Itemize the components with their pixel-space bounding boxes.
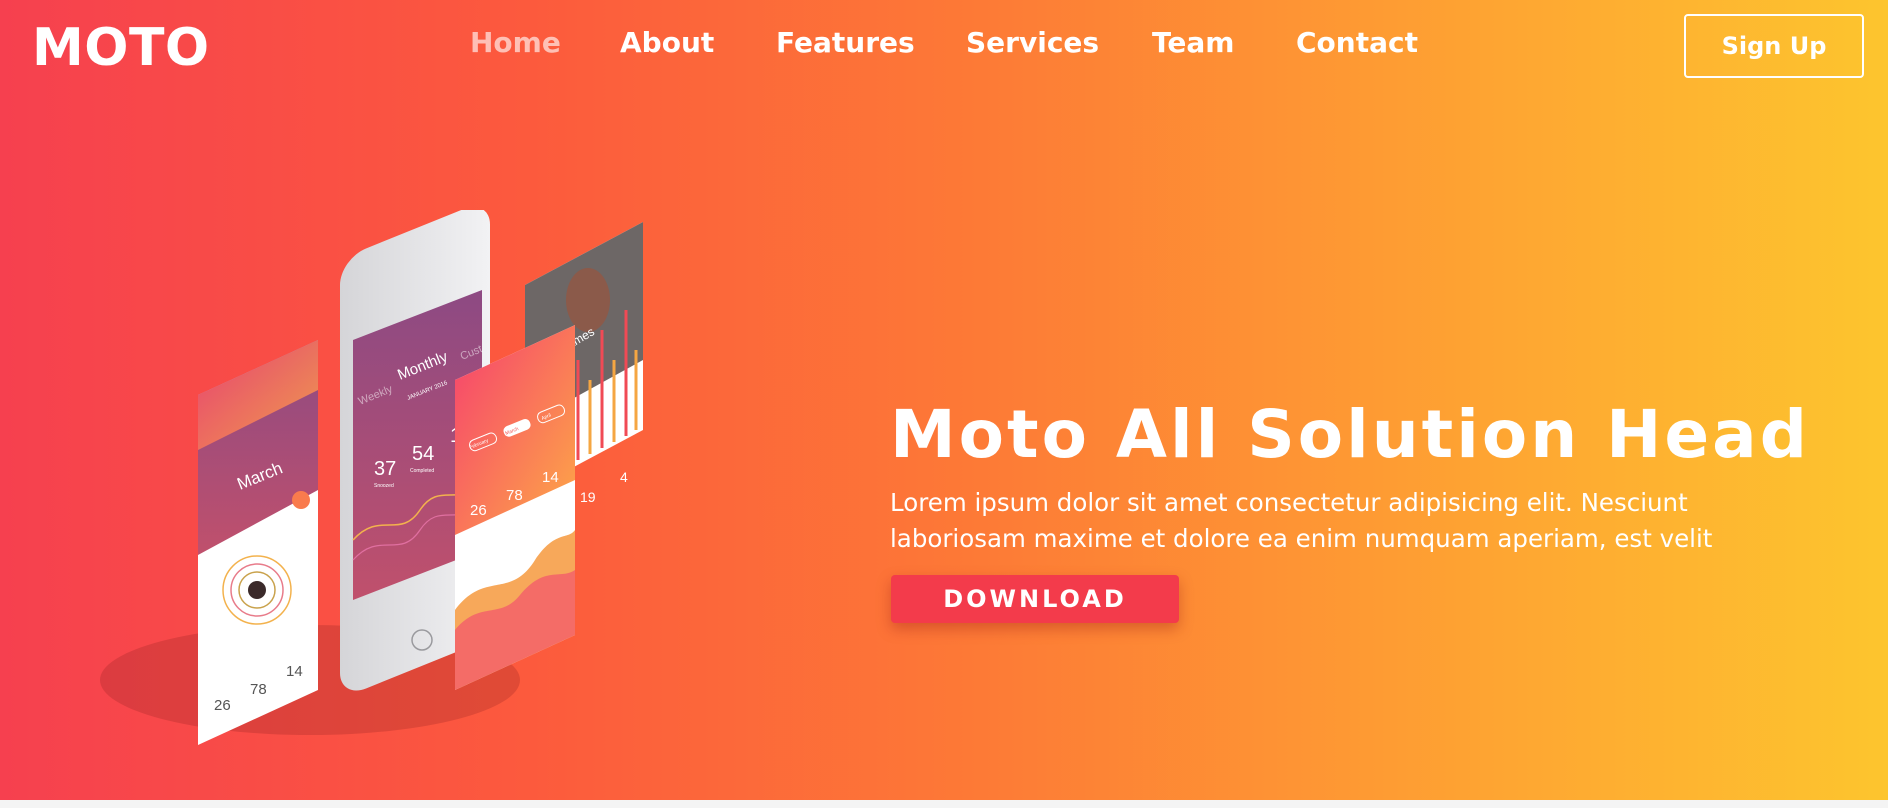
hero-headline: Moto All Solution Head <box>890 396 1810 474</box>
signup-button[interactable]: Sign Up <box>1684 14 1864 78</box>
phone-stat-label-1: Snoozed <box>374 483 394 489</box>
calendar-stat-2: 78 <box>250 681 267 698</box>
phone-stat-label-2: Completed <box>410 468 434 474</box>
nav-item-features[interactable]: Features <box>776 26 915 59</box>
stats-chart-screen: February March April 26 78 14 <box>455 325 575 690</box>
phone-stat-2: 54 <box>412 443 434 465</box>
hero-subtext: Lorem ipsum dolor sit amet consectetur a… <box>890 487 1713 553</box>
calendar-avatar <box>248 581 266 599</box>
nav-item-services[interactable]: Services <box>966 26 1099 59</box>
hero-section: MOTO Home About Features Services Team C… <box>0 0 1888 808</box>
profile-photo <box>566 268 610 332</box>
profile-stat-1: 19 <box>580 489 596 505</box>
brand-logo[interactable]: MOTO <box>32 18 210 78</box>
nav-item-team[interactable]: Team <box>1152 26 1234 59</box>
download-button[interactable]: DOWNLOAD <box>891 575 1179 623</box>
app-mockup-illustration: March 26 78 14 Monthly JANUARY 2016 Week… <box>100 210 643 745</box>
chart-stat-2: 78 <box>506 487 523 504</box>
profile-stat-2: 4 <box>620 469 628 485</box>
nav-item-home[interactable]: Home <box>470 26 561 59</box>
phone-stat-1: 37 <box>374 458 396 480</box>
chart-stat-1: 26 <box>470 502 487 519</box>
nav-item-contact[interactable]: Contact <box>1296 26 1418 59</box>
chart-stat-3: 14 <box>542 469 559 486</box>
nav-item-about[interactable]: About <box>620 26 714 59</box>
calendar-stat-1: 26 <box>214 697 231 714</box>
calendar-screen: March 26 78 14 <box>198 340 318 745</box>
calendar-stat-3: 14 <box>286 663 303 680</box>
